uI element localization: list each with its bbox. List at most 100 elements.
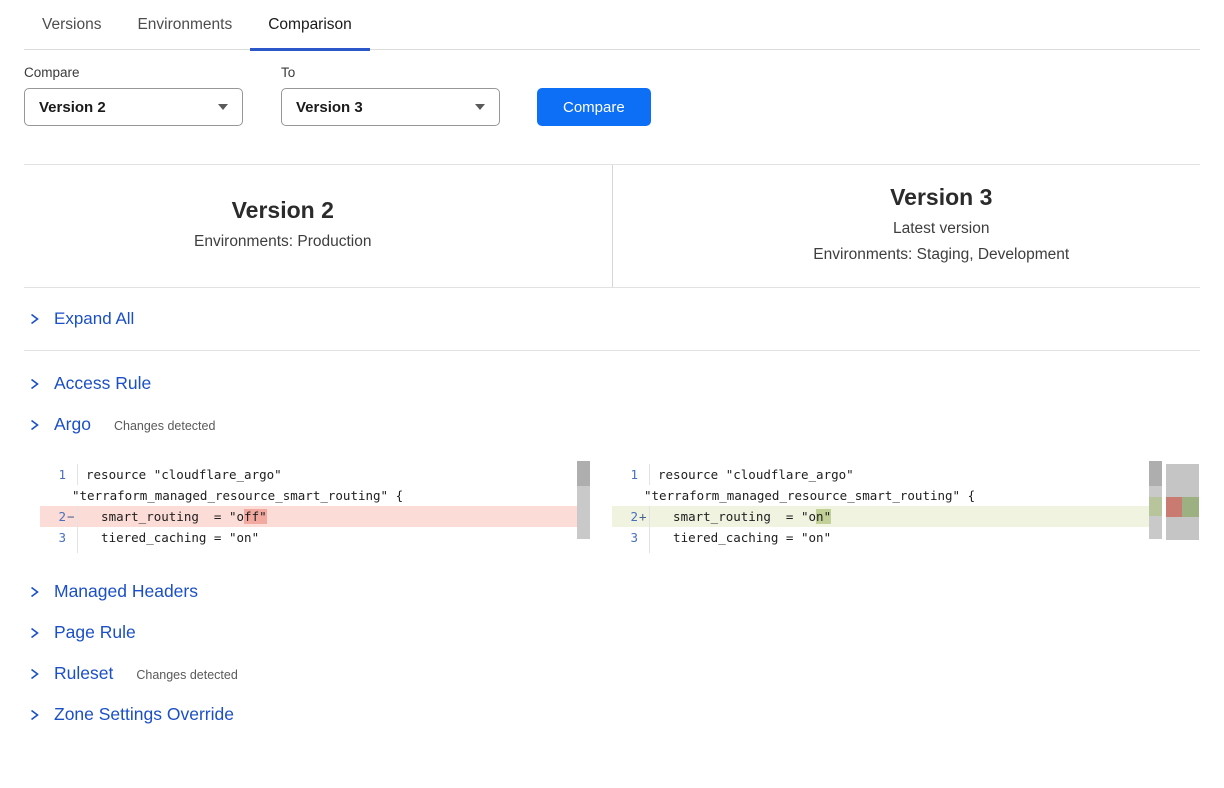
diff-sign xyxy=(638,527,649,548)
section-label: Access Rule xyxy=(54,373,151,394)
code-text: "terraform_managed_resource_smart_routin… xyxy=(40,485,590,506)
line-number: 2 xyxy=(40,506,66,527)
code-segment: smart_routing = "o xyxy=(86,509,244,524)
to-field: To Version 3 xyxy=(281,65,500,126)
code-text: resource "cloudflare_argo" xyxy=(77,464,590,485)
line-number: 4 xyxy=(612,548,638,553)
section-header-ruleset[interactable]: Ruleset Changes detected xyxy=(24,653,1200,694)
code-segment: tiered_caching = "on" xyxy=(658,530,831,545)
diff-line: 4} xyxy=(40,548,590,553)
compare-button[interactable]: Compare xyxy=(537,88,651,126)
chevron-down-icon xyxy=(218,104,228,110)
chevron-right-icon xyxy=(28,312,41,326)
minimap-added-mark xyxy=(1182,497,1199,517)
section-header-page-rule[interactable]: Page Rule xyxy=(24,612,1200,653)
chevron-right-icon xyxy=(28,626,41,640)
to-version-select[interactable]: Version 3 xyxy=(281,88,500,126)
section-label: Ruleset xyxy=(54,663,113,684)
diff-sign xyxy=(66,464,77,485)
diff-line: "terraform_managed_resource_smart_routin… xyxy=(40,485,590,506)
code-text: } xyxy=(649,548,1162,553)
comparison-page: VersionsEnvironmentsComparison Compare V… xyxy=(0,0,1224,775)
code-segment: "terraform_managed_resource_smart_routin… xyxy=(644,488,975,503)
old-pane-scrollbar[interactable] xyxy=(577,461,590,539)
diff-sign: − xyxy=(66,506,77,527)
code-segment: smart_routing = "o xyxy=(658,509,816,524)
to-label: To xyxy=(281,65,500,80)
minimap-removed-mark xyxy=(1166,497,1182,517)
section-header-argo[interactable]: Argo Changes detected xyxy=(24,404,1200,445)
right-version-panel: Version 3 Latest version Environments: S… xyxy=(612,165,1201,287)
diff-sign xyxy=(638,548,649,553)
line-number: 1 xyxy=(612,464,638,485)
line-number: 4 xyxy=(40,548,66,553)
expand-all-label: Expand All xyxy=(54,309,134,329)
chevron-down-icon xyxy=(475,104,485,110)
chevron-right-icon xyxy=(28,418,41,432)
diff-sign: + xyxy=(638,506,649,527)
section-header-zone-settings-override[interactable]: Zone Settings Override xyxy=(24,694,1200,735)
code-segment: resource "cloudflare_argo" xyxy=(658,467,854,482)
line-number: 3 xyxy=(612,527,638,548)
chevron-right-icon xyxy=(28,667,41,681)
section-header-access-rule[interactable]: Access Rule xyxy=(24,363,1200,404)
changed-word: n" xyxy=(816,509,831,524)
chevron-right-icon xyxy=(28,708,41,722)
code-text: resource "cloudflare_argo" xyxy=(649,464,1162,485)
code-segment: "terraform_managed_resource_smart_routin… xyxy=(72,488,403,503)
tab-versions[interactable]: Versions xyxy=(24,16,119,51)
scrollbar-thumb[interactable] xyxy=(1149,461,1162,486)
line-number: 1 xyxy=(40,464,66,485)
diff-overview-minimap[interactable] xyxy=(1166,464,1199,540)
scrollbar-thumb[interactable] xyxy=(577,461,590,486)
tab-environments[interactable]: Environments xyxy=(119,16,250,51)
section-label: Argo xyxy=(54,414,91,435)
right-version-environments: Environments: Staging, Development xyxy=(683,242,1201,268)
diff-line: 1 resource "cloudflare_argo" xyxy=(612,464,1162,485)
code-text: } xyxy=(77,548,590,553)
version-panels: Version 2 Environments: Production Versi… xyxy=(24,165,1200,288)
right-version-title: Version 3 xyxy=(683,184,1201,211)
code-segment: } xyxy=(658,551,666,553)
diff-line: 4} xyxy=(612,548,1162,553)
diff-right-group: 1 resource "cloudflare_argo" "terraform_ma… xyxy=(612,461,1199,553)
line-number: 3 xyxy=(40,527,66,548)
left-version-environments: Environments: Production xyxy=(24,229,542,255)
code-text: smart_routing = "off" xyxy=(77,506,590,527)
code-text: tiered_caching = "on" xyxy=(649,527,1162,548)
new-pane-scrollbar[interactable] xyxy=(1149,461,1162,539)
diff-sign xyxy=(66,548,77,553)
changed-word: ff" xyxy=(244,509,267,524)
diff-sign xyxy=(638,464,649,485)
diff-line: 2− smart_routing = "off" xyxy=(40,506,590,527)
code-text: tiered_caching = "on" xyxy=(77,527,590,548)
section-label: Zone Settings Override xyxy=(54,704,234,725)
tab-comparison[interactable]: Comparison xyxy=(250,16,370,51)
left-version-panel: Version 2 Environments: Production xyxy=(24,165,612,287)
scrollbar-change-mark xyxy=(1149,497,1162,516)
changes-detected-badge: Changes detected xyxy=(136,668,237,682)
diff-pane-old: 1 resource "cloudflare_argo" "terraform_ma… xyxy=(40,461,590,553)
sections-list: Access Rule Argo Changes detected 1 resource… xyxy=(24,363,1200,735)
code-segment: resource "cloudflare_argo" xyxy=(86,467,282,482)
section-label: Managed Headers xyxy=(54,581,198,602)
diff-line: 1 resource "cloudflare_argo" xyxy=(40,464,590,485)
line-number: 2 xyxy=(612,506,638,527)
tab-bar: VersionsEnvironmentsComparison xyxy=(24,16,1200,50)
chevron-right-icon xyxy=(28,377,41,391)
diff-line: "terraform_managed_resource_smart_routin… xyxy=(612,485,1162,506)
changes-detected-badge: Changes detected xyxy=(114,419,215,433)
diff-line: 2+ smart_routing = "on" xyxy=(612,506,1162,527)
compare-form: Compare Version 2 To Version 3 Compare xyxy=(24,65,1200,126)
compare-field: Compare Version 2 xyxy=(24,65,243,126)
diff-pane-new: 1 resource "cloudflare_argo" "terraform_ma… xyxy=(612,461,1162,553)
code-segment: } xyxy=(86,551,94,553)
compare-label: Compare xyxy=(24,65,243,80)
section-header-managed-headers[interactable]: Managed Headers xyxy=(24,571,1200,612)
diff-line: 3 tiered_caching = "on" xyxy=(612,527,1162,548)
expand-all-button[interactable]: Expand All xyxy=(24,288,1200,351)
compare-version-select[interactable]: Version 2 xyxy=(24,88,243,126)
section-label: Page Rule xyxy=(54,622,136,643)
right-version-latest-label: Latest version xyxy=(683,216,1201,242)
code-text: smart_routing = "on" xyxy=(649,506,1162,527)
